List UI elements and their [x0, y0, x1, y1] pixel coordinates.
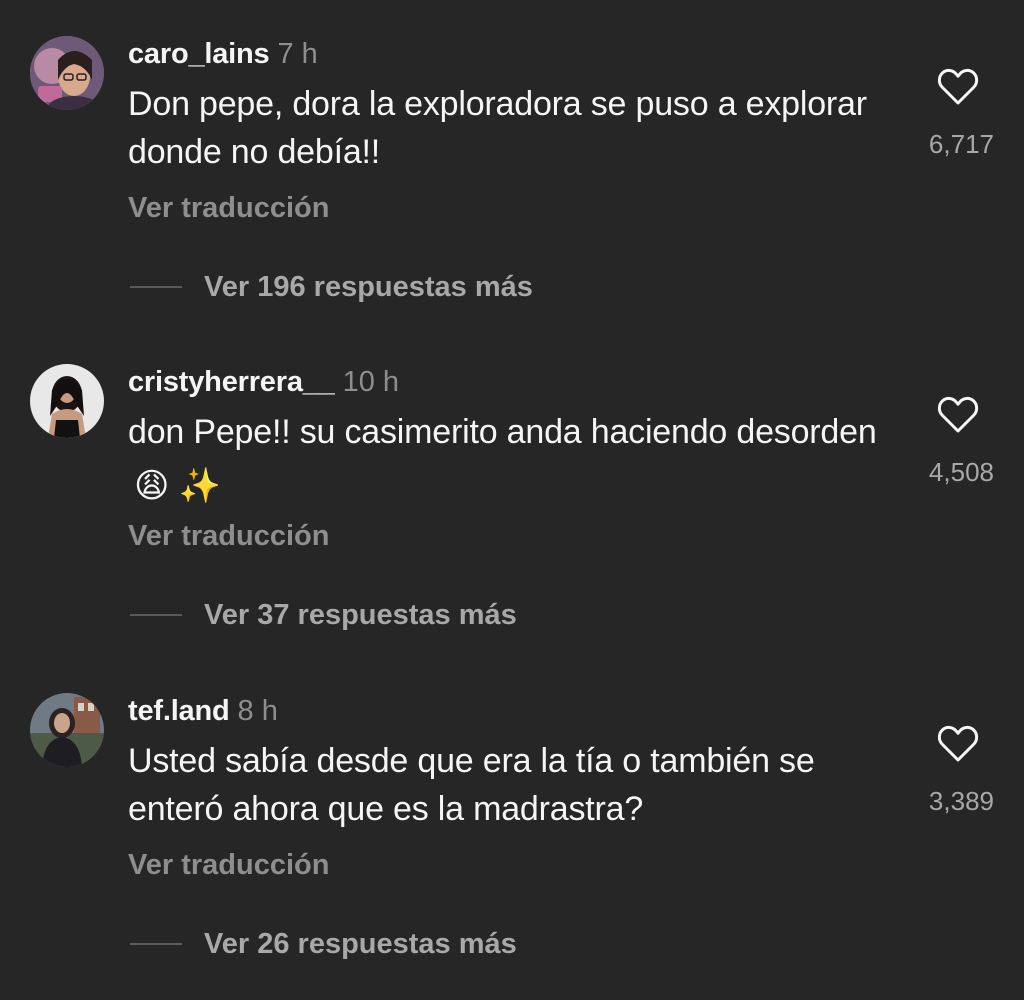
- comment-text: Don pepe, dora la exploradora se puso a …: [128, 80, 888, 176]
- weary-face-emoji: 😩 ✨: [134, 467, 221, 505]
- username[interactable]: caro_lains: [128, 38, 270, 70]
- timestamp: 8 h: [237, 695, 278, 727]
- replies-divider: [130, 286, 182, 288]
- comment-item: cristyherrera__ 10 h don Pepe!! su casime…: [0, 328, 1024, 656]
- avatar[interactable]: [30, 364, 104, 438]
- replies-divider: [130, 614, 182, 616]
- view-replies-button[interactable]: Ver 196 respuestas más: [204, 267, 533, 307]
- comment-text-content: Usted sabía desde que era la tía o tambi…: [128, 742, 815, 828]
- heart-outline-icon[interactable]: [937, 396, 979, 434]
- comment-item: caro_lains 7 h Don pepe, dora la explorad…: [0, 0, 1024, 328]
- see-translation-button[interactable]: Ver traducción: [128, 845, 329, 885]
- comment-header: cristyherrera__ 10 h: [128, 362, 399, 402]
- view-replies-button[interactable]: Ver 37 respuestas más: [204, 595, 517, 635]
- comment-text: Usted sabía desde que era la tía o tambi…: [128, 737, 888, 833]
- comment-text: don Pepe!! su casimerito anda haciendo d…: [128, 408, 888, 510]
- like-count: 4,508: [928, 457, 994, 487]
- view-replies-button[interactable]: Ver 26 respuestas más: [204, 924, 517, 964]
- like-count: 6,717: [928, 129, 994, 159]
- timestamp: 10 h: [342, 366, 400, 398]
- username[interactable]: tef.land: [128, 695, 230, 727]
- avatar[interactable]: [30, 693, 104, 767]
- heart-outline-icon[interactable]: [937, 68, 979, 106]
- avatar[interactable]: [30, 36, 104, 110]
- see-translation-button[interactable]: Ver traducción: [128, 188, 329, 228]
- comment-item: tef.land 8 h Usted sabía desde que era la…: [0, 657, 1024, 985]
- comment-text-content: Don pepe, dora la exploradora se puso a …: [128, 85, 867, 171]
- replies-divider: [130, 943, 182, 945]
- timestamp: 7 h: [277, 38, 318, 70]
- see-translation-button[interactable]: Ver traducción: [128, 516, 329, 556]
- like-count: 3,389: [928, 786, 994, 816]
- heart-outline-icon[interactable]: [937, 725, 979, 763]
- comment-text-content: don Pepe!! su casimerito anda haciendo d…: [128, 413, 877, 451]
- username[interactable]: cristyherrera__: [128, 366, 335, 398]
- comment-header: tef.land 8 h: [128, 691, 278, 731]
- comment-header: caro_lains 7 h: [128, 34, 318, 74]
